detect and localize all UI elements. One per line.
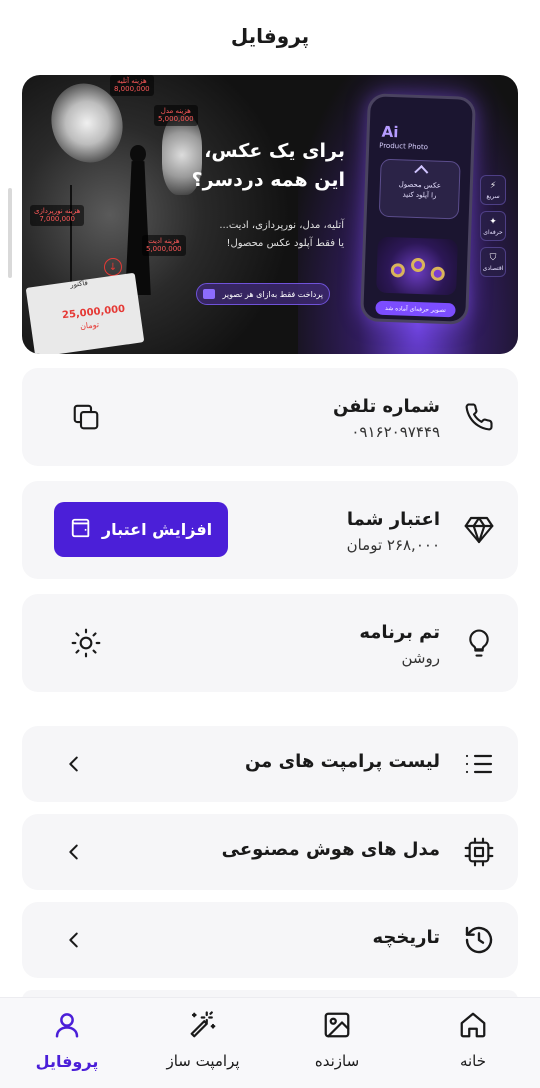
phone-cta: تصویر حرفه‌ای آماده شد [375,300,456,318]
copy-icon[interactable] [68,399,104,435]
chevron-left-icon [62,840,86,864]
increase-credit-button[interactable]: افزایش اعتبار [54,502,228,557]
theme-card: تم برنامه روشن [22,594,518,692]
increase-credit-label: افزایش اعتبار [101,520,213,539]
credit-title: اعتبار شما [346,509,440,530]
nav-home[interactable]: خانه [418,1010,528,1080]
menu-item-label: مدل های هوش مصنوعی [221,839,440,860]
theme-texts: تم برنامه روشن [359,622,440,667]
diamond-icon [462,513,496,547]
home-icon [458,1010,488,1044]
jewelry-product-image [376,236,458,296]
phone-number-texts: شماره تلفن ۰۹۱۶۲۰۹۷۴۴۹ [333,396,440,441]
lightbulb-icon [462,626,496,660]
model-silhouette-image [120,145,156,295]
ai-logo-subtitle: Product Photo [379,141,429,152]
promo-banner[interactable]: هزینه آتلیه 8,000,000 هزینه مدل 5,000,000 … [22,75,518,354]
nav-profile[interactable]: پروفایل [12,1010,122,1080]
nav-label: پرامپت ساز [166,1052,240,1070]
phone-number-title: شماره تلفن [332,396,440,417]
credit-card: اعتبار شما ۲۶۸,۰۰۰ تومان افزایش اعتبار [22,481,518,579]
ai-logo: Ai [381,122,399,142]
magic-wand-icon [188,1010,218,1044]
bolt-icon: ⚡ [489,180,497,191]
image-icon [322,1010,352,1044]
chip-icon [462,835,496,869]
menu-item-history[interactable]: تاریخچه [22,902,518,978]
sparkle-icon: ✦ [489,216,497,227]
list-icon [462,747,496,781]
theme-value: روشن [401,649,440,667]
menu-item-label: لیست پرامپت های من [244,751,440,772]
app-header: پروفایل [0,0,540,72]
wallet-icon [70,517,92,543]
nav-label: سازنده [314,1052,360,1070]
upload-icon [414,165,429,180]
credit-value: ۲۶۸,۰۰۰ تومان [346,536,440,554]
tag-icon [203,289,215,299]
history-icon [462,923,496,957]
credit-texts: اعتبار شما ۲۶۸,۰۰۰ تومان [347,509,440,554]
page-title: پروفایل [230,24,310,48]
nav-generator[interactable]: سازنده [282,1010,392,1080]
price-tag: هزینه آتلیه 8,000,000 [110,75,154,96]
phone-number-card: شماره تلفن ۰۹۱۶۲۰۹۷۴۴۹ [22,368,518,466]
feature-badge: ✦ حرفه‌ای [480,211,506,241]
shield-icon: ⛉ [489,252,497,263]
feature-badge: ⛉ اقتصادی [480,247,506,277]
arrow-down-icon: ↓ [104,258,122,276]
nav-prompt-builder[interactable]: پرامپت ساز [148,1010,258,1080]
price-tag: هزینه مدل 5,000,000 [154,105,198,126]
feature-badge: ⚡ سریع [480,175,506,205]
chevron-left-icon [62,752,86,776]
menu-item-my-prompts[interactable]: لیست پرامپت های من [22,726,518,802]
pay-per-image-pill: پرداخت فقط به‌ازای هر تصویر [196,283,330,305]
user-icon [52,1010,82,1044]
bottom-navigation: خانه سازنده پرامپت ساز پروفایل [0,997,540,1088]
phone-number-value: ۰۹۱۶۲۰۹۷۴۴۹ [351,423,440,441]
phone-mockup: Ai Product Photo عکس محصول را آپلود کنید… [360,93,476,325]
banner-subline: آتلیه، مدل، نورپردازی، ادیت... یا فقط آپ… [219,220,344,249]
scroll-indicator[interactable] [8,188,12,278]
nav-label: خانه [459,1052,487,1070]
theme-title: تم برنامه [359,622,440,643]
nav-label: پروفایل [35,1052,99,1071]
feature-badges: ⚡ سریع ✦ حرفه‌ای ⛉ اقتصادی [480,175,508,277]
menu-item-label: تاریخچه [372,927,441,948]
upload-card: عکس محصول را آپلود کنید [378,158,461,220]
price-tag: هزینه نورپردازی 7,000,000 [30,205,85,226]
sun-icon[interactable] [68,625,104,661]
banner-headline: برای یک عکس، این همه دردسر؟ [191,140,345,191]
chevron-left-icon [62,928,86,952]
menu-item-ai-models[interactable]: مدل های هوش مصنوعی [22,814,518,890]
phone-icon [462,400,496,434]
